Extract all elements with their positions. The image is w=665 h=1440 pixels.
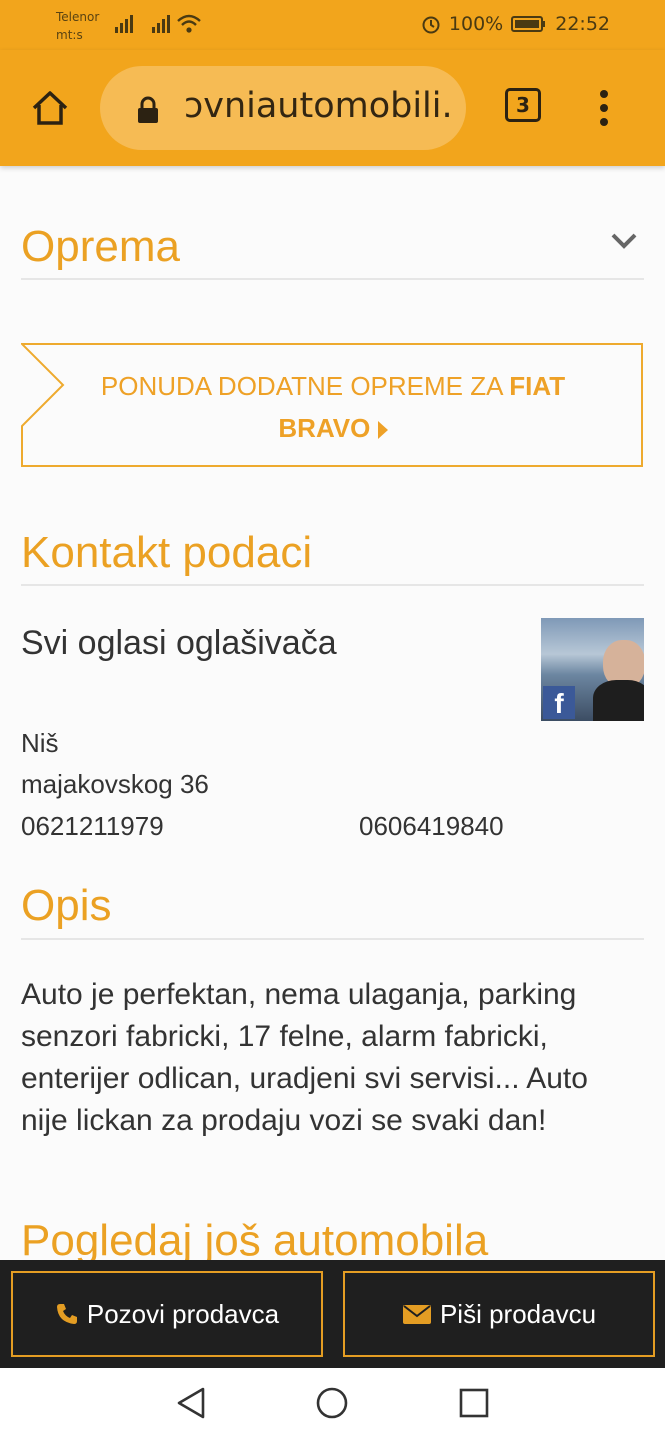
call-seller-label: Pozovi prodavca (86, 1298, 280, 1329)
seller-avatar[interactable]: f (541, 618, 644, 721)
message-seller-label: Piši prodavcu (439, 1298, 597, 1329)
play-arrow-icon (377, 421, 388, 440)
signal-icon-2 (152, 15, 170, 33)
recents-icon[interactable] (458, 1387, 490, 1419)
phone-icon (56, 1304, 77, 1324)
chevron-down-icon[interactable] (610, 232, 638, 250)
description-heading: Opis (21, 881, 112, 930)
lock-icon (138, 96, 158, 123)
facebook-icon: f (543, 686, 575, 719)
divider (21, 938, 644, 940)
banner-text[interactable]: PONUDA DODATNE OPREME ZA FIAT BRAVO (83, 365, 583, 449)
envelope-icon (402, 1305, 431, 1324)
wifi-icon (177, 14, 201, 33)
alarm-icon (422, 16, 440, 34)
browser-toolbar: ɔvniautomobili.c 3 (0, 50, 665, 166)
carrier-info: Telenor mt:s (56, 8, 99, 44)
equipment-offer-banner[interactable]: PONUDA DODATNE OPREME ZA FIAT BRAVO (21, 343, 643, 467)
divider (21, 584, 644, 586)
system-nav-bar (0, 1368, 665, 1440)
battery-icon (511, 16, 546, 32)
seller-action-bar: Pozovi prodavca Piši prodavcu (0, 1260, 665, 1368)
tab-switcher-button[interactable]: 3 (505, 88, 541, 122)
message-seller-button[interactable]: Piši prodavcu (343, 1271, 655, 1357)
clock: 22:52 (555, 13, 610, 35)
divider (21, 278, 644, 280)
overflow-menu-icon[interactable] (600, 90, 608, 132)
battery-percent: 100% (448, 13, 504, 35)
address-text: majakovskog 36 (21, 769, 209, 799)
all-ads-link[interactable]: Svi oglasi oglašivača (21, 624, 337, 663)
phone-link-1[interactable]: 0621211979 (21, 811, 164, 842)
status-bar: Telenor mt:s 100% 22:52 (0, 0, 665, 50)
back-icon[interactable] (175, 1386, 207, 1420)
banner-arrow-shape (21, 343, 65, 428)
description-text: Auto je perfektan, nema ulaganja, parkin… (21, 978, 588, 1137)
home-nav-icon[interactable] (315, 1386, 349, 1420)
banner-text-model: BRAVO (278, 413, 371, 443)
address-bar[interactable]: ɔvniautomobili.c (100, 66, 466, 150)
banner-text-brand: FIAT (509, 371, 566, 401)
oprema-heading[interactable]: Oprema (21, 222, 180, 272)
page-content: Oprema PONUDA DODATNE OPREME ZA FIAT BRA… (0, 166, 665, 1266)
signal-icon (115, 15, 133, 33)
more-cars-heading: Pogledaj još automobila (21, 1216, 489, 1265)
url-text[interactable]: ɔvniautomobili.c (184, 86, 450, 126)
contact-heading: Kontakt podaci (21, 528, 313, 577)
banner-text-main: PONUDA DODATNE OPREME ZA (100, 371, 503, 401)
phone-link-2[interactable]: 0606419840 (359, 811, 504, 842)
avatar-body (593, 680, 644, 721)
carrier-1: Telenor (56, 10, 100, 24)
home-icon[interactable] (30, 88, 70, 128)
city-text: Niš (21, 728, 59, 758)
carrier-2: mt:s (56, 28, 83, 42)
call-seller-button[interactable]: Pozovi prodavca (11, 1271, 323, 1357)
